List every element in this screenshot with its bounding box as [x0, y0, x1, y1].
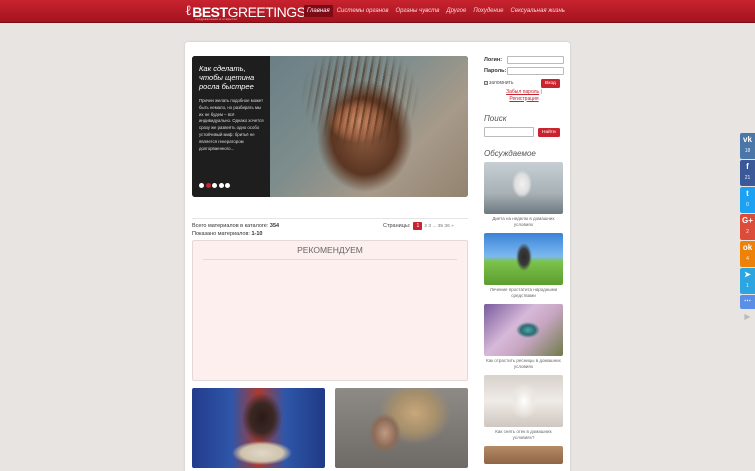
googleplus-icon: G+ — [742, 216, 753, 225]
discussed-image[interactable] — [484, 375, 563, 427]
social-share-bar: vk 18 f 21 t 0 G+ 2 ok 4 ➤ 1 ⋯ ▶ — [740, 133, 755, 324]
facebook-share-button[interactable]: f 21 — [740, 160, 755, 186]
vk-icon: vk — [743, 135, 752, 144]
pagination-other-pages[interactable]: 2 3 ... 35 36 » — [424, 224, 453, 229]
vk-share-count: 18 — [744, 148, 751, 154]
password-row: Пароль: — [484, 67, 564, 75]
catalog-shown-value: 1-10 — [251, 231, 263, 237]
discussed-item[interactable]: Как отрастить ресницы в домашних условия… — [484, 304, 563, 371]
nav-item-home[interactable]: Главная — [304, 5, 333, 17]
more-icon: ⋯ — [744, 298, 751, 305]
discussed-caption[interactable]: Диета на неделю в домашних условиях — [484, 216, 563, 229]
login-button[interactable]: Вход — [541, 78, 560, 88]
nav-item-weight-loss[interactable]: Похудение — [470, 5, 506, 17]
password-label: Пароль: — [484, 68, 507, 74]
remember-label: запомнить — [489, 80, 514, 86]
facebook-share-count: 21 — [744, 175, 751, 181]
odnoklassniki-share-count: 4 — [746, 256, 749, 262]
pagination-label: Страницы: — [383, 223, 411, 229]
slide-photo-overlay — [270, 56, 468, 197]
catalog-total-value: 354 — [269, 223, 280, 229]
article-thumbnail[interactable] — [335, 388, 468, 468]
odnoklassniki-share-button[interactable]: ok 4 — [740, 241, 755, 267]
discussed-caption[interactable]: Как снять отек в домашних условиях? — [484, 429, 563, 442]
collapse-arrow-icon[interactable]: ▶ — [740, 310, 755, 324]
slider-dot[interactable] — [205, 183, 211, 188]
googleplus-share-button[interactable]: G+ 2 — [740, 214, 755, 240]
article-thumbnail[interactable] — [192, 388, 325, 468]
googleplus-share-count: 2 — [746, 229, 749, 235]
forgot-password-link[interactable]: Забыл пароль — [506, 89, 539, 95]
telegram-share-button[interactable]: ➤ 1 — [740, 268, 755, 294]
discussed-item[interactable] — [484, 446, 563, 464]
nav-item-other[interactable]: Другое — [443, 5, 469, 17]
login-label: Логин: — [484, 57, 503, 63]
login-links: Забыл пароль | Регистрация — [484, 89, 564, 102]
register-link[interactable]: Регистрация — [509, 96, 538, 102]
discussed-caption[interactable]: Лечение простатита народными средствами — [484, 287, 563, 300]
discussed-heading: Обсуждаемое — [484, 149, 536, 158]
odnoklassniki-icon: ok — [742, 243, 753, 252]
logo-subtitle: поздравления и открытки — [195, 17, 238, 21]
nav-item-sense-organs[interactable]: Органы чувств — [393, 5, 443, 17]
discussed-image[interactable] — [484, 304, 563, 356]
slide-text-box: Как сделать, чтобы щетина росла быстрее … — [192, 56, 270, 197]
login-input[interactable] — [507, 56, 564, 64]
slide-title[interactable]: Как сделать, чтобы щетина росла быстрее — [199, 64, 264, 91]
discussed-item[interactable]: Лечение простатита народными средствами — [484, 233, 563, 300]
featured-slider[interactable]: Как сделать, чтобы щетина росла быстрее … — [192, 56, 468, 197]
pagination-current-page[interactable]: 1 — [413, 222, 423, 230]
discussed-image[interactable] — [484, 233, 563, 285]
discussed-caption[interactable]: Как отрастить ресницы в домашних условия… — [484, 358, 563, 371]
twitter-share-count: 0 — [746, 202, 749, 208]
catalog-shown-label: Показано материалов: — [192, 231, 250, 237]
telegram-share-count: 1 — [746, 283, 749, 289]
slider-dot[interactable] — [212, 183, 217, 188]
right-sidebar: Логин: Пароль: ✓ запомнить Вход Забыл па… — [484, 56, 564, 468]
login-row: Логин: — [484, 56, 564, 64]
search-heading: Поиск — [484, 114, 507, 123]
discussed-image[interactable] — [484, 162, 563, 214]
facebook-icon: f — [746, 162, 749, 171]
search-button[interactable]: Найти — [538, 127, 560, 137]
recommend-title: РЕКОМЕНДУЕМ — [203, 241, 457, 260]
slide-description: Причин желать подобное может быть немало… — [199, 98, 264, 151]
search-row: Найти — [484, 127, 564, 137]
login-links-separator: | — [540, 89, 542, 95]
vk-share-button[interactable]: vk 18 — [740, 133, 755, 159]
catalog-shown: Показано материалов: 1-10 — [192, 230, 468, 238]
twitter-share-button[interactable]: t 0 — [740, 187, 755, 213]
more-share-button[interactable]: ⋯ — [740, 295, 755, 309]
discussed-item[interactable]: Как снять отек в домашних условиях? — [484, 375, 563, 442]
nav-item-sex-life[interactable]: Сексуальная жизнь — [508, 5, 568, 17]
twitter-icon: t — [746, 189, 749, 198]
remember-checkbox[interactable]: ✓ — [484, 81, 488, 85]
catalog-total-label: Всего материалов в каталоге: — [192, 223, 269, 229]
pagination: Страницы: 1 2 3 ... 35 36 » — [383, 222, 454, 230]
discussed-image[interactable] — [484, 446, 563, 464]
slider-dot[interactable] — [218, 183, 224, 188]
nav-item-organ-systems[interactable]: Системы органов — [334, 5, 392, 17]
slider-dot[interactable] — [199, 183, 204, 188]
slider-dot[interactable] — [225, 183, 230, 188]
discussed-item[interactable]: Диета на неделю в домашних условиях — [484, 162, 563, 229]
telegram-icon: ➤ — [744, 270, 751, 279]
slider-dots — [199, 183, 232, 188]
search-input[interactable] — [484, 127, 534, 137]
recommend-block: РЕКОМЕНДУЕМ — [192, 240, 468, 381]
password-input[interactable] — [507, 67, 564, 75]
main-nav: Главная Системы органов Органы чувств Др… — [304, 5, 569, 17]
logo-mark-icon: ℓ — [185, 3, 192, 19]
logo-thin-text: GREETINGS — [227, 3, 306, 20]
remember-row: ✓ запомнить Вход — [484, 78, 564, 88]
